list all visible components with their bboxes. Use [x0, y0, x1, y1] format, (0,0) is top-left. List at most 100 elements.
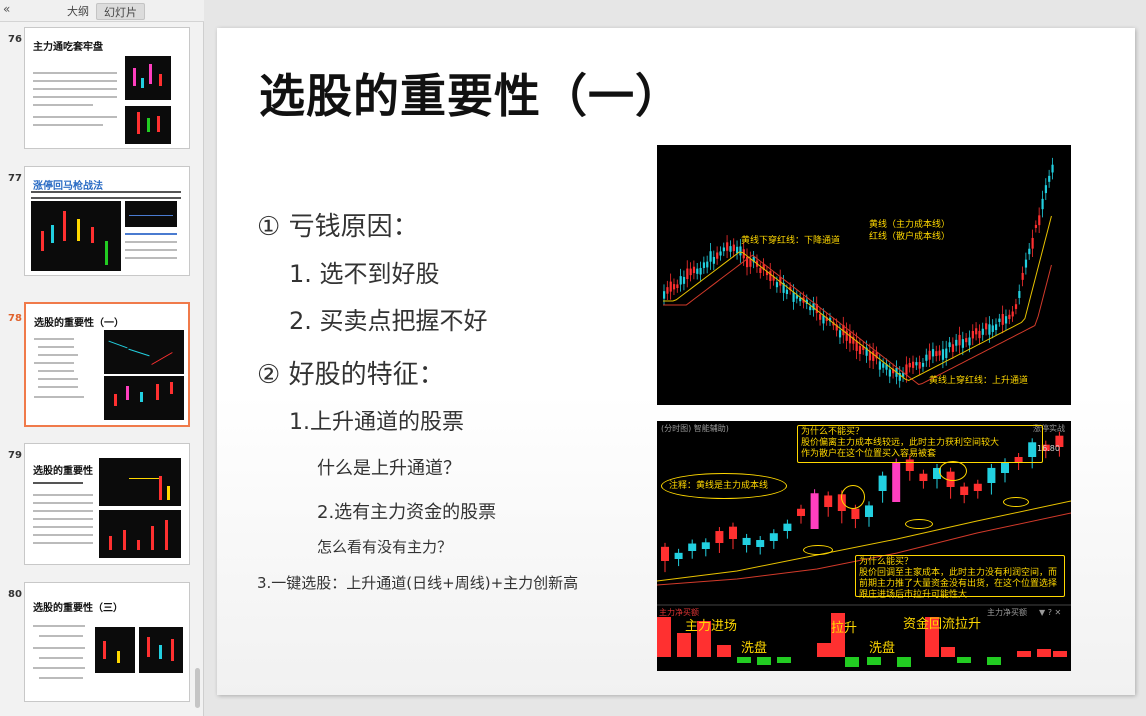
candle	[701, 542, 710, 549]
candle	[848, 332, 852, 344]
candle	[682, 276, 686, 284]
thumbnail-chart	[31, 201, 121, 271]
thumbnail-chart	[99, 510, 181, 558]
candle	[824, 495, 833, 507]
slide-title: 选股的重要性（一）	[259, 69, 682, 123]
candle	[809, 306, 812, 311]
yellow-cost-line	[663, 215, 1052, 382]
candle	[938, 350, 941, 356]
candle	[973, 483, 982, 491]
sub-bullet: 1.上升通道的股票	[289, 410, 464, 435]
candle	[905, 364, 908, 375]
candle	[792, 292, 795, 302]
volume-bar	[1037, 649, 1051, 657]
candle	[995, 324, 998, 331]
why-not-buy-box: 为什么不能买？ 股价偏离主力成本线较远，此时主力获利空间较大 作为散户在这个位置…	[797, 425, 1043, 463]
candle	[1034, 224, 1038, 228]
candle	[958, 334, 961, 346]
volume-bar	[897, 657, 911, 667]
bullet-good-stock: ② 好股的特征：	[257, 360, 445, 390]
label-wash: 洗盘	[741, 641, 768, 656]
candle	[722, 247, 725, 252]
candle	[739, 246, 742, 256]
highlight-oval	[841, 485, 865, 509]
candle	[878, 475, 887, 491]
candle	[1028, 248, 1031, 255]
volume-bar	[737, 657, 751, 663]
volume-bar	[867, 657, 881, 665]
slide-thumbnail-title: 选股的重要性（一）	[34, 318, 124, 329]
annotation-down-channel: 黄线下穿红线：下降通道	[741, 236, 841, 246]
volume-bar	[717, 645, 731, 657]
sub-chart-controls[interactable]: ▼ ? ✕	[1039, 607, 1061, 619]
candle	[1001, 462, 1009, 473]
candle	[878, 361, 881, 370]
slide-thumbnail-title: 主力通吃套牢盘	[33, 42, 103, 53]
annotation-note: 注释：黄线是主力成本线	[669, 481, 769, 491]
candle	[712, 256, 715, 264]
candle	[928, 350, 931, 360]
slide-thumbnail-78[interactable]: 选股的重要性（一）	[24, 302, 190, 427]
candle	[775, 282, 779, 288]
volume-bar	[941, 647, 955, 657]
candle	[672, 284, 676, 290]
slide-number: 80	[8, 589, 22, 600]
collapse-panel-icon[interactable]: «	[3, 2, 10, 16]
slide-number: 79	[8, 450, 22, 461]
legend-yellow-line: 黄线（主力成本线）	[869, 220, 951, 230]
tab-slides[interactable]: 幻灯片	[96, 3, 145, 20]
candle	[759, 267, 762, 274]
slide-thumbnail-80[interactable]: 选股的重要性（三）	[24, 582, 190, 702]
candle	[882, 363, 885, 368]
slide-thumbnail-79[interactable]: 选股的重要性（二）	[24, 443, 190, 565]
volume-bar	[777, 657, 791, 663]
candle	[679, 276, 682, 285]
candle	[742, 537, 751, 545]
candle	[968, 337, 971, 346]
volume-bar	[757, 657, 771, 665]
annotation-up-channel: 黄线上穿红线：上升通道	[929, 376, 1029, 386]
candle	[709, 251, 712, 262]
panel-tab-bar: « 大纲 幻灯片	[0, 0, 204, 22]
candle	[965, 338, 968, 343]
candle	[706, 261, 709, 268]
candle	[908, 363, 911, 368]
candle	[892, 462, 901, 502]
slide-thumbnail-77[interactable]: 涨停回马枪战法	[24, 166, 190, 276]
candle	[726, 242, 729, 251]
slide-thumbnail-title: 涨停回马枪战法	[33, 181, 103, 192]
candle	[692, 266, 696, 274]
candle	[663, 291, 666, 299]
candle	[674, 552, 683, 559]
candle	[686, 268, 689, 280]
candle	[981, 328, 984, 335]
sub-bullet: 2. 买卖点把握不好	[289, 307, 488, 335]
candle	[1014, 304, 1018, 309]
candle	[1011, 311, 1014, 317]
candle	[945, 348, 948, 358]
panel-scrollbar[interactable]	[195, 668, 200, 708]
candle	[845, 330, 848, 341]
question-text: 什么是上升通道？	[317, 458, 461, 479]
candle	[985, 323, 988, 330]
candle	[951, 344, 955, 352]
candle	[971, 330, 974, 339]
candle	[948, 342, 951, 348]
candlestick-chart-main-force: (分时图) 智能辅助) 涨停实战 16.80 注释：黄线是主力成本线 为什么不能…	[657, 421, 1071, 671]
candle	[783, 523, 792, 531]
thumbnail-chart	[104, 330, 184, 374]
tab-outline[interactable]: 大纲	[60, 3, 96, 20]
volume-bar	[957, 657, 971, 663]
candle	[688, 543, 697, 551]
label-main-entry: 主力进场	[685, 619, 738, 634]
candle	[769, 533, 778, 541]
candle	[888, 369, 891, 377]
thumbnail-chart	[125, 56, 171, 100]
slide-thumbnail-76[interactable]: 主力通吃套牢盘	[24, 27, 190, 149]
candlestick-chart-channel: 黄线（主力成本线） 红线（散户成本线） 黄线下穿红线：下降通道 黄线上穿红线：上…	[657, 145, 1071, 405]
candle	[719, 251, 722, 256]
thumbnail-chart	[99, 458, 181, 506]
candle	[696, 268, 699, 274]
highlight-oval	[803, 545, 833, 555]
candle	[1001, 314, 1004, 325]
